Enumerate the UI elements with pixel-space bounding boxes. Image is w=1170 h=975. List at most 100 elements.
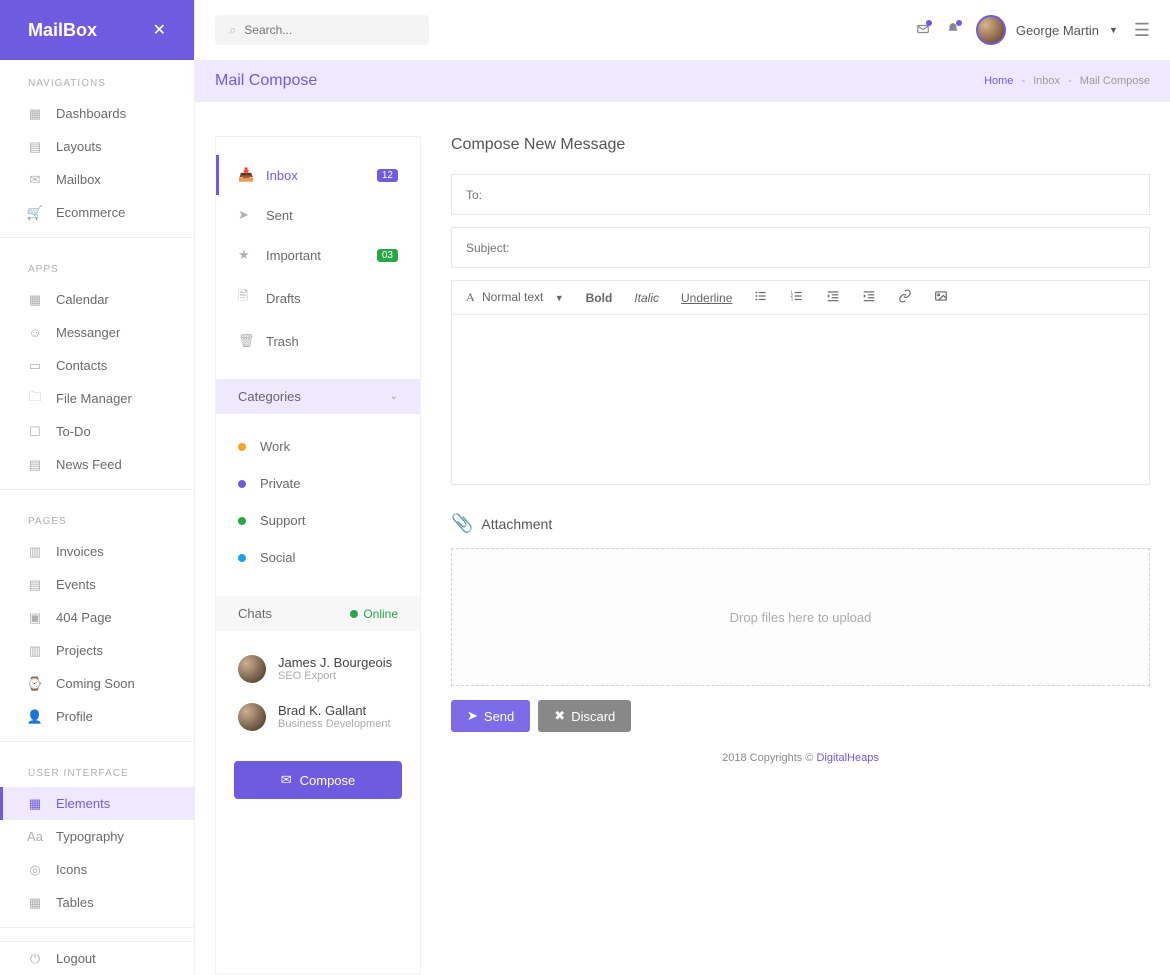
search-input[interactable] [244, 23, 415, 37]
sidebar-item-logout[interactable]: ⏻ Logout [0, 942, 194, 975]
font-dropdown[interactable]: A Normal text ▼ [466, 290, 564, 305]
sidebar-item-elements[interactable]: ▦ Elements [0, 787, 194, 820]
sidebar: MailBox ✕ NAVIGATIONS▦Dashboards▤Layouts… [0, 0, 195, 975]
category-work[interactable]: Work [216, 428, 420, 465]
bold-button[interactable]: Bold [586, 291, 613, 305]
avatar [238, 655, 266, 683]
compose-heading: Compose New Message [451, 136, 1150, 154]
category-support[interactable]: Support [216, 502, 420, 539]
sidebar-item-calendar[interactable]: ▦ Calendar [0, 283, 194, 316]
chat-item[interactable]: James J. BourgeoisSEO Export [238, 645, 398, 693]
folder-trash[interactable]: 🗑 Trash [216, 321, 420, 361]
chevron-down-icon: ▼ [1109, 25, 1118, 35]
italic-button[interactable]: Italic [634, 291, 659, 305]
sidebar-item-projects[interactable]: ▥ Projects [0, 634, 194, 667]
nav-icon: ▥ [28, 644, 42, 658]
sidebar-item-mailbox[interactable]: ✉Mailbox [0, 163, 194, 196]
image-icon[interactable] [934, 289, 948, 306]
category-label: Private [260, 476, 300, 491]
folder-important[interactable]: ★Important03 [216, 235, 420, 275]
nav-icon: 🛒 [28, 206, 42, 220]
nav-icon: ▦ [28, 293, 42, 307]
sidebar-section-label: USER INTERFACE [0, 750, 194, 787]
sidebar-item-dashboards[interactable]: ▦Dashboards [0, 97, 194, 130]
category-private[interactable]: Private [216, 465, 420, 502]
menu-icon[interactable]: ☰ [1134, 20, 1150, 41]
app-title: MailBox [28, 20, 97, 41]
sidebar-item-file-manager[interactable]: 🗀File Manager [0, 382, 194, 415]
mail-icon[interactable] [916, 22, 930, 39]
nav-icon: ▥ [28, 545, 42, 559]
dropzone[interactable]: Drop files here to upload [451, 548, 1150, 686]
close-icon: ✖ [554, 708, 565, 724]
sidebar-item-to-do[interactable]: ☐To-Do [0, 415, 194, 448]
ordered-list-icon[interactable]: 123 [790, 289, 804, 306]
sidebar-item-profile[interactable]: 👤Profile [0, 700, 194, 733]
bell-icon[interactable] [946, 22, 960, 39]
nav-icon: ☺ [28, 326, 42, 340]
sidebar-item-ecommerce[interactable]: 🛒Ecommerce [0, 196, 194, 229]
link-icon[interactable] [898, 289, 912, 306]
category-dot [238, 554, 246, 562]
tools-icon[interactable]: ✕ [153, 20, 166, 40]
discard-button[interactable]: ✖ Discard [538, 700, 631, 732]
sidebar-item-label: Projects [56, 643, 103, 658]
avatar [238, 703, 266, 731]
folder-sent[interactable]: ➤Sent [216, 195, 420, 235]
chat-item[interactable]: Brad K. GallantBusiness Development [238, 693, 398, 741]
folder-icon: 🗑 [238, 333, 252, 349]
sidebar-item-label: Calendar [56, 292, 109, 307]
to-field-wrapper [451, 174, 1150, 215]
outdent-icon[interactable] [826, 289, 840, 306]
send-button[interactable]: ➤ Send [451, 700, 530, 732]
folder-label: Trash [266, 334, 299, 349]
breadcrumb-current: Mail Compose [1080, 75, 1150, 87]
categories-header[interactable]: Categories ⌄ [216, 379, 420, 414]
sidebar-section-label: APPS [0, 246, 194, 283]
category-social[interactable]: Social [216, 539, 420, 576]
sidebar-item-tables[interactable]: ▦Tables [0, 886, 194, 919]
user-menu[interactable]: George Martin ▼ [976, 15, 1118, 45]
indent-icon[interactable] [862, 289, 876, 306]
sidebar-item-typography[interactable]: AaTypography [0, 820, 194, 853]
search-box[interactable]: ⌕ [215, 15, 429, 45]
chat-name: James J. Bourgeois [278, 655, 392, 670]
sidebar-item-news-feed[interactable]: ▤News Feed [0, 448, 194, 481]
compose-area: Compose New Message A Normal text ▼ Bold… [451, 136, 1150, 975]
sidebar-item-events[interactable]: ▤Events [0, 568, 194, 601]
subject-field[interactable] [466, 241, 1135, 255]
chat-role: SEO Export [278, 670, 392, 682]
category-label: Work [260, 439, 290, 454]
unordered-list-icon[interactable] [754, 289, 768, 306]
footer-brand[interactable]: DigitalHeaps [816, 752, 878, 764]
sidebar-item-layouts[interactable]: ▤Layouts [0, 130, 194, 163]
sidebar-item-invoices[interactable]: ▥Invoices [0, 535, 194, 568]
sidebar-item-label: Layouts [56, 139, 102, 154]
folder-inbox[interactable]: 📥Inbox12 [216, 155, 420, 195]
breadcrumb-inbox[interactable]: Inbox [1033, 75, 1060, 87]
compose-button[interactable]: ✉ Compose [234, 761, 402, 799]
breadcrumb-home[interactable]: Home [984, 75, 1013, 87]
sidebar-item-icons[interactable]: ◎Icons [0, 853, 194, 886]
nav-icon: ▦ [28, 107, 42, 121]
sidebar-item-label: Tables [56, 895, 94, 910]
editor-body[interactable] [451, 315, 1150, 485]
folder-drafts[interactable]: 🗎Drafts [216, 275, 420, 321]
nav-icon: ▦ [28, 797, 42, 811]
mail-panel: 📥Inbox12➤Sent★Important03🗎Drafts🗑Trash C… [215, 136, 421, 975]
to-field[interactable] [466, 188, 1135, 202]
underline-button[interactable]: Underline [681, 291, 732, 305]
folder-label: Inbox [266, 168, 298, 183]
nav-icon: ▤ [28, 578, 42, 592]
sidebar-item-messanger[interactable]: ☺Messanger [0, 316, 194, 349]
folder-icon: 📥 [238, 167, 252, 183]
sidebar-item-contacts[interactable]: ▭Contacts [0, 349, 194, 382]
folder-icon: 🗎 [238, 287, 252, 309]
sidebar-item-label: Elements [56, 796, 110, 811]
sidebar-item-coming-soon[interactable]: ⌚Coming Soon [0, 667, 194, 700]
sidebar-item-404-page[interactable]: ▣404 Page [0, 601, 194, 634]
paperclip-icon: 📎 [451, 513, 473, 534]
folder-icon: ➤ [238, 207, 252, 223]
sidebar-header: MailBox ✕ [0, 0, 194, 60]
category-label: Social [260, 550, 295, 565]
